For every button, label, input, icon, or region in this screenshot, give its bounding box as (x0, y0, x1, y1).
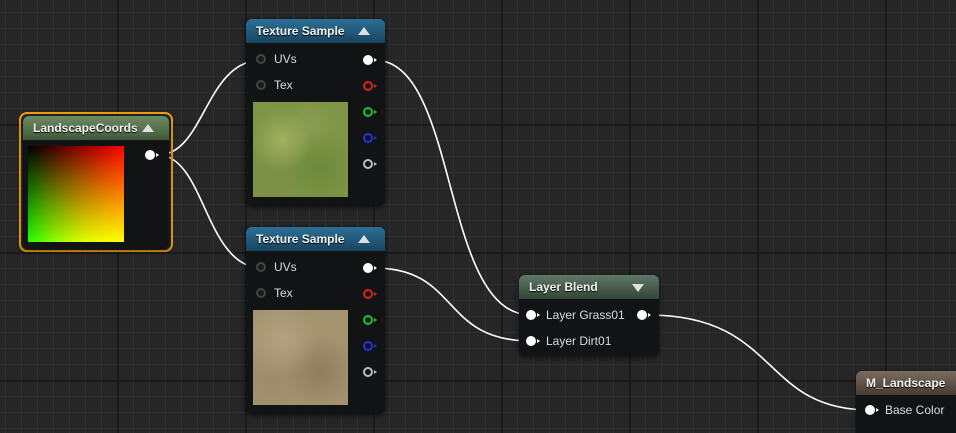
output-pin[interactable] (637, 310, 651, 320)
input-pin[interactable] (256, 288, 266, 298)
input-tex[interactable]: Tex (256, 285, 326, 301)
pin-label: Tex (274, 286, 293, 300)
node-title: Layer Blend (529, 280, 598, 294)
collapse-button[interactable] (632, 275, 651, 299)
landscape-coords-node[interactable]: LandscapeCoords (23, 116, 169, 248)
output-a-pin[interactable] (363, 159, 377, 169)
pin-label: UVs (274, 52, 297, 66)
output-b-pin[interactable] (363, 133, 377, 143)
output-r-pin[interactable] (363, 289, 377, 299)
input-uvs[interactable]: UVs (256, 51, 326, 67)
triangle-down-icon (632, 284, 644, 292)
input-pin[interactable] (526, 336, 540, 346)
coords-preview (28, 146, 124, 242)
triangle-up-icon (142, 124, 154, 132)
texture-sample-node-top[interactable]: Texture Sample UVs Tex (246, 19, 385, 205)
collapse-button[interactable] (358, 19, 377, 43)
input-pin[interactable] (256, 80, 266, 90)
input-pin[interactable] (865, 405, 879, 415)
output-rgb-pin[interactable] (363, 55, 377, 65)
pin-label: Base Color (885, 403, 945, 417)
output-pin[interactable] (145, 150, 159, 160)
input-base-color[interactable]: Base Color (865, 402, 956, 418)
node-header[interactable]: M_Landscape (856, 371, 956, 395)
node-header[interactable]: Layer Blend (519, 275, 659, 299)
output-r-pin[interactable] (363, 81, 377, 91)
input-layer-dirt[interactable]: Layer Dirt01 (526, 333, 631, 349)
input-pin[interactable] (526, 310, 540, 320)
node-title: Texture Sample (256, 232, 345, 246)
input-pin[interactable] (256, 262, 266, 272)
wire-bottom-rgb-to-dirt (373, 267, 532, 342)
input-tex[interactable]: Tex (256, 77, 326, 93)
node-title: LandscapeCoords (33, 121, 138, 135)
pin-label: Layer Grass01 (546, 308, 625, 322)
input-pin[interactable] (256, 54, 266, 64)
output-a-pin[interactable] (363, 367, 377, 377)
output-g-pin[interactable] (363, 315, 377, 325)
node-header[interactable]: Texture Sample (246, 19, 385, 43)
output-g-pin[interactable] (363, 107, 377, 117)
pin-label: Layer Dirt01 (546, 334, 612, 348)
wire-top-rgb-to-grass (373, 59, 532, 316)
triangle-up-icon (358, 235, 370, 243)
input-layer-grass[interactable]: Layer Grass01 (526, 307, 631, 323)
texture-sample-node-bottom[interactable]: Texture Sample UVs Tex (246, 227, 385, 413)
node-title: M_Landscape (866, 376, 946, 390)
grass-texture-preview (253, 102, 348, 197)
node-header[interactable]: LandscapeCoords (23, 116, 169, 140)
node-title: Texture Sample (256, 24, 345, 38)
layer-blend-node[interactable]: Layer Blend Layer Grass01 Layer Dirt01 (519, 275, 659, 355)
pin-label: UVs (274, 260, 297, 274)
triangle-up-icon (358, 27, 370, 35)
material-output-node[interactable]: M_Landscape Base Color (856, 371, 956, 433)
input-uvs[interactable]: UVs (256, 259, 326, 275)
collapse-button[interactable] (142, 116, 161, 140)
output-b-pin[interactable] (363, 341, 377, 351)
pin-label: Tex (274, 78, 293, 92)
wire-blend-to-basecolor (647, 314, 871, 411)
node-header[interactable]: Texture Sample (246, 227, 385, 251)
output-rgb-pin[interactable] (363, 263, 377, 273)
dirt-texture-preview (253, 310, 348, 405)
collapse-button[interactable] (358, 227, 377, 251)
